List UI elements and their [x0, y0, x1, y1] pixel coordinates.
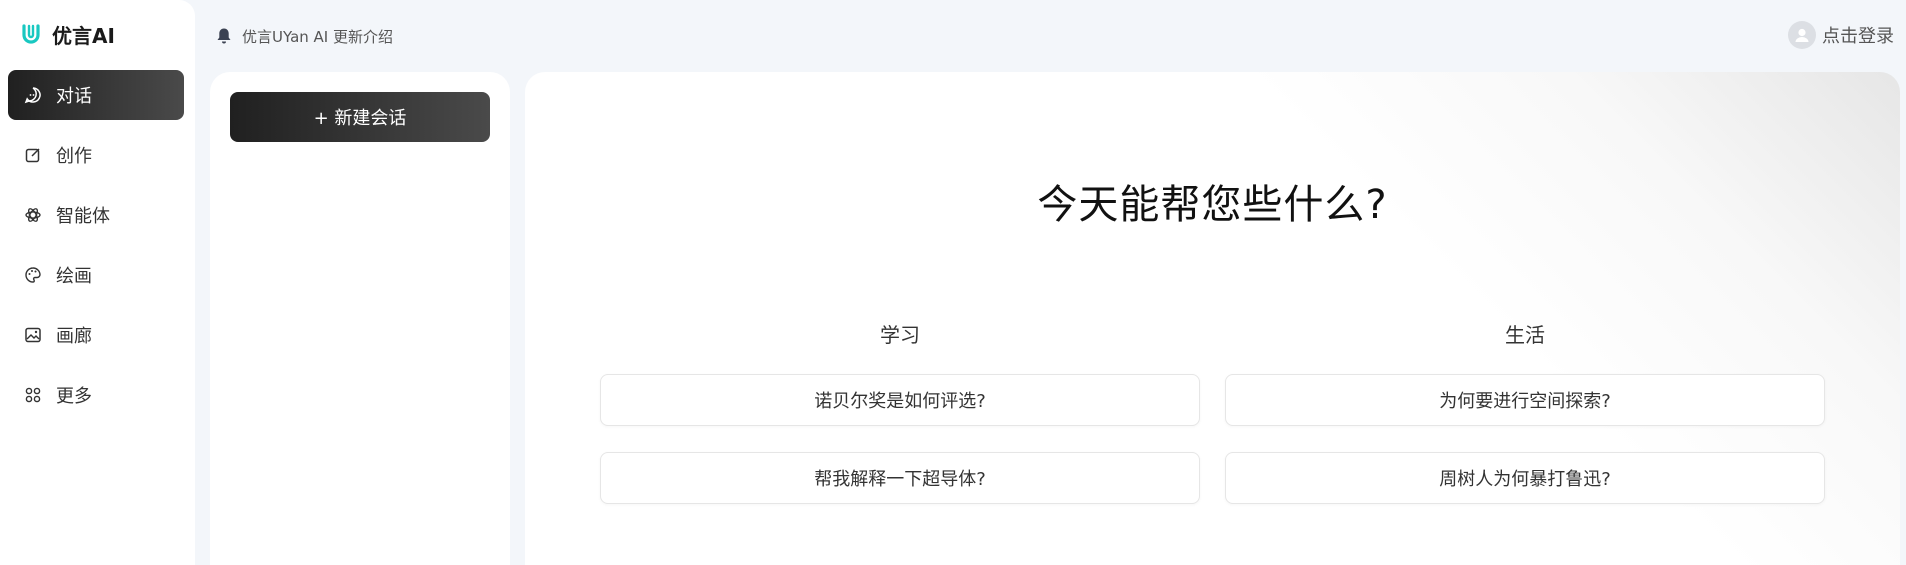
update-notice-text: 优言UYan AI 更新介绍	[242, 27, 393, 46]
suggestion-card[interactable]: 周树人为何暴打鲁迅?	[1225, 452, 1825, 504]
nav-item-chat[interactable]: 对话	[8, 70, 184, 120]
brand[interactable]: 优言AI	[20, 20, 115, 48]
nav-label: 更多	[56, 386, 92, 407]
brand-name: 优言AI	[52, 23, 115, 48]
login-button[interactable]: 点击登录	[1788, 20, 1894, 50]
nav-item-more[interactable]: 更多	[8, 370, 184, 420]
agent-icon	[24, 206, 42, 224]
nav-label: 创作	[56, 146, 92, 167]
nav-label: 对话	[56, 86, 92, 107]
new-chat-button[interactable]: + 新建会话	[230, 92, 490, 142]
column-title: 生活	[1505, 323, 1545, 347]
column-title: 学习	[880, 323, 920, 347]
nav-label: 画廊	[56, 326, 92, 347]
nav-item-create[interactable]: 创作	[8, 130, 184, 180]
chat-icon	[24, 86, 42, 104]
edit-icon	[24, 146, 42, 164]
bell-icon	[217, 28, 231, 44]
avatar	[1788, 21, 1816, 49]
nav-item-painting[interactable]: 绘画	[8, 250, 184, 300]
more-icon	[24, 386, 42, 404]
sidebar: 优言AI 对话 创作 智能体 绘画 画廊 更多	[0, 0, 195, 565]
palette-icon	[24, 266, 42, 284]
nav-item-agents[interactable]: 智能体	[8, 190, 184, 240]
nav-label: 智能体	[56, 206, 110, 227]
main-chat-panel: 今天能帮您些什么? 学习 诺贝尔奖是如何评选? 帮我解释一下超导体? 生活 为何…	[525, 72, 1900, 565]
logo-icon	[22, 24, 40, 44]
main-nav: 对话 创作 智能体 绘画 画廊 更多	[8, 70, 184, 430]
suggestion-card[interactable]: 诺贝尔奖是如何评选?	[600, 374, 1200, 426]
nav-label: 绘画	[56, 266, 92, 287]
conversation-history-panel: + 新建会话	[210, 72, 510, 565]
suggestion-card[interactable]: 为何要进行空间探索?	[1225, 374, 1825, 426]
suggestion-card[interactable]: 帮我解释一下超导体?	[600, 452, 1200, 504]
welcome-headline: 今天能帮您些什么?	[1037, 182, 1388, 228]
suggestion-column-life: 生活 为何要进行空间探索? 周树人为何暴打鲁迅?	[1225, 320, 1825, 504]
user-icon	[1795, 28, 1809, 42]
suggestion-column-study: 学习 诺贝尔奖是如何评选? 帮我解释一下超导体?	[600, 320, 1200, 504]
nav-item-gallery[interactable]: 画廊	[8, 310, 184, 360]
update-notice[interactable]: 优言UYan AI 更新介绍	[216, 24, 393, 48]
gallery-icon	[24, 326, 42, 344]
login-label: 点击登录	[1822, 26, 1894, 47]
